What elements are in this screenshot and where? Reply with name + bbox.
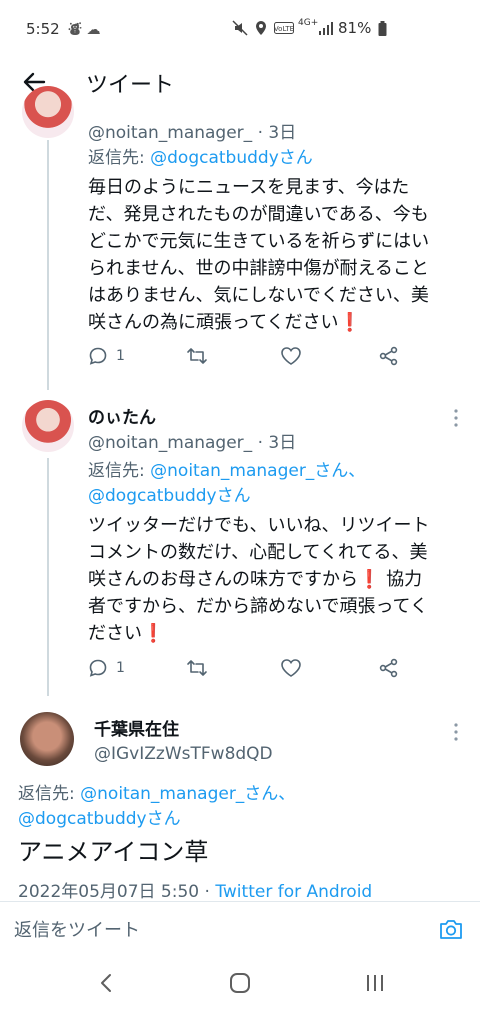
heart-icon xyxy=(281,347,301,365)
reply-tweet-2[interactable]: のぃたん @noitan_manager_ · 3日 返信先: @noitan_… xyxy=(0,396,480,696)
main-tweet-text: アニメアイコン草 xyxy=(18,838,209,866)
reply-to-link[interactable]: @dogcatbuddyさん xyxy=(150,148,313,168)
reply-count: 1 xyxy=(116,660,125,676)
status-time: 5:52 xyxy=(26,20,60,38)
retweet-button[interactable] xyxy=(186,346,208,366)
status-bar: 5:52 ⛇ ☁ VoLTE 4G+ 81% xyxy=(0,0,480,60)
tweet-meta: @noitan_manager_ · 3日 xyxy=(88,433,297,453)
location-icon xyxy=(256,21,266,35)
tweet-time[interactable]: 3日 xyxy=(268,433,296,453)
notification-icon: ⛇ ☁ xyxy=(68,22,101,38)
tweet-handle[interactable]: @IGvIZzWsTFw8dQD xyxy=(94,744,273,764)
thread-line xyxy=(47,140,49,390)
main-tweet: 千葉県在住 @IGvIZzWsTFw8dQD 返信先: @noitan_mana… xyxy=(0,706,480,901)
reply-icon xyxy=(89,347,107,365)
reply-tweet-1[interactable]: @noitan_manager_ · 3日 返信先: @dogcatbuddyさ… xyxy=(0,86,480,390)
tweet-meta: @noitan_manager_ · 3日 xyxy=(88,123,297,143)
tweet-actions: 1 xyxy=(88,346,418,370)
reply-to-link[interactable]: @dogcatbuddyさん xyxy=(88,486,251,506)
tweet-text: ツイッターだけでも、いいね、リツイート コメントの数だけ、心配してくれてる、美 … xyxy=(88,515,430,644)
reply-input[interactable]: 返信をツイート xyxy=(14,916,140,942)
mute-icon xyxy=(232,20,248,36)
like-button[interactable] xyxy=(280,346,302,366)
page-title: ツイート xyxy=(86,73,175,98)
tweet-author-name[interactable]: 千葉県在住 xyxy=(94,715,179,740)
reply-to: 返信先: @dogcatbuddyさん xyxy=(88,148,313,168)
reply-count: 1 xyxy=(116,348,125,364)
share-button[interactable] xyxy=(378,658,400,678)
retweet-button[interactable] xyxy=(186,658,208,678)
heart-icon xyxy=(281,659,301,677)
retweet-icon xyxy=(187,660,207,676)
avatar[interactable] xyxy=(22,400,74,452)
more-options-icon[interactable] xyxy=(452,408,460,428)
android-nav-bar xyxy=(0,953,480,1013)
reply-button[interactable]: 1 xyxy=(88,346,125,366)
like-button[interactable] xyxy=(280,658,302,678)
tweet-date[interactable]: 2022年05月07日 5:50 xyxy=(18,882,199,902)
reply-icon xyxy=(89,659,107,677)
signal-icon xyxy=(319,22,333,35)
reply-to: 返信先: @noitan_manager_さん、 @dogcatbuddyさん xyxy=(18,784,296,829)
reply-to: 返信先: @noitan_manager_さん、 @dogcatbuddyさん xyxy=(88,461,366,506)
nav-back-icon[interactable] xyxy=(92,971,122,995)
share-icon xyxy=(379,346,398,366)
nav-home-icon[interactable] xyxy=(225,971,255,995)
reply-to-link[interactable]: @noitan_manager_さん、 xyxy=(80,784,295,804)
reply-to-link[interactable]: @dogcatbuddyさん xyxy=(18,809,181,829)
tweet-author-name[interactable]: のぃたん xyxy=(88,403,156,428)
battery-icon xyxy=(378,21,387,36)
battery-percent: 81% xyxy=(338,19,372,37)
reply-button[interactable]: 1 xyxy=(88,658,125,678)
volte-icon: VoLTE xyxy=(274,22,294,34)
nav-recents-icon[interactable] xyxy=(360,971,390,995)
svg-text:VoLTE: VoLTE xyxy=(274,25,294,33)
tweet-client[interactable]: Twitter for Android xyxy=(215,882,372,902)
avatar[interactable] xyxy=(20,712,74,766)
tweet-time[interactable]: 3日 xyxy=(268,123,296,143)
tweet-timestamp: 2022年05月07日 5:50 · Twitter for Android xyxy=(18,882,373,902)
more-options-icon[interactable] xyxy=(452,722,460,742)
tweet-handle[interactable]: @noitan_manager_ xyxy=(88,123,252,143)
tweet-text: 毎日のようにニュースを見ます、今はた だ、発見されたものが間違いである、今も ど… xyxy=(88,177,430,333)
tweet-handle[interactable]: @noitan_manager_ xyxy=(88,433,252,453)
network-label: 4G+ xyxy=(298,18,319,28)
reply-to-link[interactable]: @noitan_manager_さん、 xyxy=(150,461,365,481)
thread-line xyxy=(47,458,49,696)
retweet-icon xyxy=(187,348,207,364)
share-button[interactable] xyxy=(378,346,400,366)
avatar[interactable] xyxy=(22,86,74,138)
tweet-actions: 1 xyxy=(88,658,418,682)
reply-compose-bar: 返信をツイート xyxy=(0,901,480,953)
share-icon xyxy=(379,658,398,678)
camera-icon[interactable] xyxy=(438,916,464,942)
